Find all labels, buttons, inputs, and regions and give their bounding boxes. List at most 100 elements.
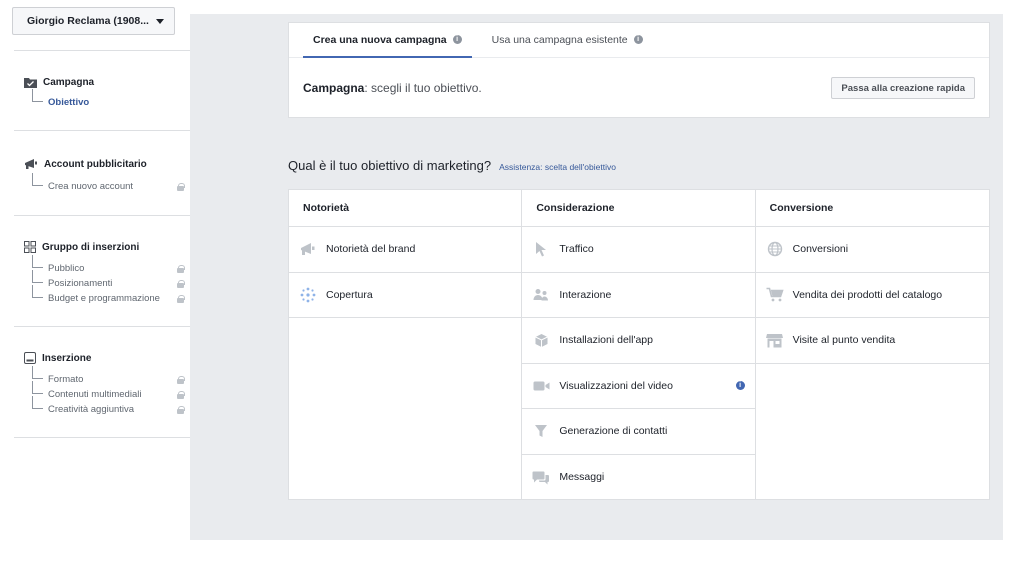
main-content: Crea una nuova campagna i Usa una campag… xyxy=(190,14,1003,540)
globe-icon xyxy=(766,240,784,258)
cart-icon xyxy=(766,286,784,304)
sidebar-item-label: Crea nuovo account xyxy=(48,181,134,192)
cursor-icon xyxy=(532,240,550,258)
sidebar-item-creative[interactable]: Creatività aggiuntiva xyxy=(32,396,185,417)
info-icon[interactable]: i xyxy=(452,35,462,44)
sidebar-item-format[interactable]: Formato xyxy=(32,366,185,387)
objective-column-awareness: Notorietà Notorietà del brand Copertura xyxy=(289,190,523,499)
objective-label: Conversioni xyxy=(792,243,849,256)
objective-lead-generation[interactable]: Generazione di contatti xyxy=(522,409,755,455)
sidebar-section-title: Gruppo di inserzioni xyxy=(42,241,140,253)
account-selector-label: Giorgio Reclama (1908... xyxy=(27,15,149,27)
ad-icon xyxy=(24,352,36,364)
campaign-card: Crea una nuova campagna i Usa una campag… xyxy=(288,22,990,118)
sidebar-divider xyxy=(14,215,190,216)
lock-icon xyxy=(177,279,185,288)
sidebar-item-label: Pubblico xyxy=(48,263,85,274)
sidebar-section-title: Account pubblicitario xyxy=(44,158,147,170)
objective-label: Visualizzazioni del video xyxy=(559,379,673,392)
objective-catalog-sales[interactable]: Vendita dei prodotti del catalogo xyxy=(755,273,989,318)
campaign-label: Campagna xyxy=(303,81,365,95)
campaign-objective-text: Campagna: scegli il tuo obiettivo. xyxy=(303,81,831,95)
objective-label: Visite al punto vendita xyxy=(792,334,896,347)
objective-column-conversion: Conversione Conversioni Vendita dei prod… xyxy=(755,190,989,499)
sidebar-divider xyxy=(14,437,190,438)
objective-brand-awareness[interactable]: Notorietà del brand xyxy=(289,227,522,273)
objective-store-visits[interactable]: Visite al punto vendita xyxy=(755,318,989,364)
sidebar-section-header[interactable]: Inserzione xyxy=(24,351,184,365)
reach-icon xyxy=(299,286,317,304)
sidebar-section-campaign: Campagna Obiettivo xyxy=(24,75,184,110)
chat-icon xyxy=(532,468,550,486)
sidebar-item-budget[interactable]: Budget e programmazione xyxy=(32,285,185,306)
lock-icon xyxy=(177,375,185,384)
sidebar-item-label: Posizionamenti xyxy=(48,278,113,289)
objective-label: Copertura xyxy=(326,288,373,301)
tab-label: Crea una nuova campagna xyxy=(313,33,447,46)
lock-icon xyxy=(177,405,185,414)
info-icon[interactable]: i xyxy=(735,381,745,391)
sidebar-item-media[interactable]: Contenuti multimediali xyxy=(32,381,185,402)
sidebar-divider xyxy=(14,130,190,131)
lock-icon xyxy=(177,264,185,273)
objectives-grid: Notorietà Notorietà del brand Copertura … xyxy=(288,189,990,500)
objective-traffic[interactable]: Traffico xyxy=(522,227,755,273)
objective-conversions[interactable]: Conversioni xyxy=(755,227,989,273)
objective-label: Vendita dei prodotti del catalogo xyxy=(792,288,943,301)
megaphone-icon xyxy=(25,159,37,169)
objective-help-link[interactable]: Assistenza: scelta dell'obiettivo xyxy=(499,162,616,172)
sidebar-section-header[interactable]: Gruppo di inserzioni xyxy=(24,240,184,254)
store-icon xyxy=(766,331,784,349)
objective-label: Messaggi xyxy=(559,471,605,484)
column-header: Conversione xyxy=(755,190,989,227)
objective-messages[interactable]: Messaggi xyxy=(522,455,754,501)
objective-label: Notorietà del brand xyxy=(326,243,416,256)
sidebar-section-ad: Inserzione Formato Contenuti multimedial… xyxy=(24,351,185,417)
grid-icon xyxy=(24,241,36,253)
objective-video-views[interactable]: Visualizzazioni del video i xyxy=(522,364,755,409)
objective-column-consideration: Considerazione Traffico Interazione Inst… xyxy=(522,190,756,501)
objective-heading: Qual è il tuo obiettivo di marketing? As… xyxy=(288,158,616,173)
lock-icon xyxy=(177,390,185,399)
objective-title: Qual è il tuo obiettivo di marketing? xyxy=(288,158,492,173)
campaign-row: Campagna: scegli il tuo obiettivo. Passa… xyxy=(289,58,989,118)
quick-creation-button[interactable]: Passa alla creazione rapida xyxy=(831,77,975,99)
sidebar-divider xyxy=(14,326,190,327)
sidebar-item-label: Creatività aggiuntiva xyxy=(48,404,135,415)
objective-label: Interazione xyxy=(559,288,612,301)
column-header: Considerazione xyxy=(522,190,755,227)
sidebar-section-header[interactable]: Account pubblicitario xyxy=(24,157,184,171)
sidebar-item-objective[interactable]: Obiettivo xyxy=(32,89,184,110)
funnel-icon xyxy=(532,422,550,440)
tab-new-campaign[interactable]: Crea una nuova campagna i xyxy=(303,22,472,58)
sidebar-item-label: Formato xyxy=(48,374,84,385)
folder-check-icon xyxy=(24,77,37,88)
objective-label: Generazione di contatti xyxy=(559,425,668,438)
sidebar-item-placements[interactable]: Posizionamenti xyxy=(32,270,185,291)
account-selector[interactable]: Giorgio Reclama (1908... xyxy=(12,7,175,35)
lock-icon xyxy=(177,294,185,303)
sidebar-section-title: Campagna xyxy=(43,76,95,88)
sidebar-divider xyxy=(14,50,190,51)
objective-engagement[interactable]: Interazione xyxy=(522,273,755,318)
sidebar-section-header[interactable]: Campagna xyxy=(24,75,184,89)
campaign-instruction: : scegli il tuo obiettivo. xyxy=(364,81,482,95)
campaign-tabs: Crea una nuova campagna i Usa una campag… xyxy=(289,23,989,58)
info-icon[interactable]: i xyxy=(633,35,643,44)
lock-icon xyxy=(177,182,185,191)
objective-reach[interactable]: Copertura xyxy=(289,273,522,318)
chevron-down-icon xyxy=(156,18,164,24)
sidebar-item-label: Obiettivo xyxy=(48,97,90,108)
tab-existing-campaign[interactable]: Usa una campagna esistente i xyxy=(482,22,653,57)
box-icon xyxy=(532,331,550,349)
objective-app-installs[interactable]: Installazioni dell'app xyxy=(522,318,755,364)
people-icon xyxy=(532,286,550,304)
sidebar-item-label: Budget e programmazione xyxy=(48,293,160,304)
objective-label: Traffico xyxy=(559,243,594,256)
video-camera-icon xyxy=(532,377,550,395)
column-header: Notorietà xyxy=(289,190,522,227)
sidebar-item-create-account[interactable]: Crea nuovo account xyxy=(32,173,185,194)
sidebar-section-ad-set: Gruppo di inserzioni Pubblico Posizionam… xyxy=(24,240,185,306)
sidebar-item-audience[interactable]: Pubblico xyxy=(32,255,185,276)
sidebar-section-title: Inserzione xyxy=(42,352,92,364)
